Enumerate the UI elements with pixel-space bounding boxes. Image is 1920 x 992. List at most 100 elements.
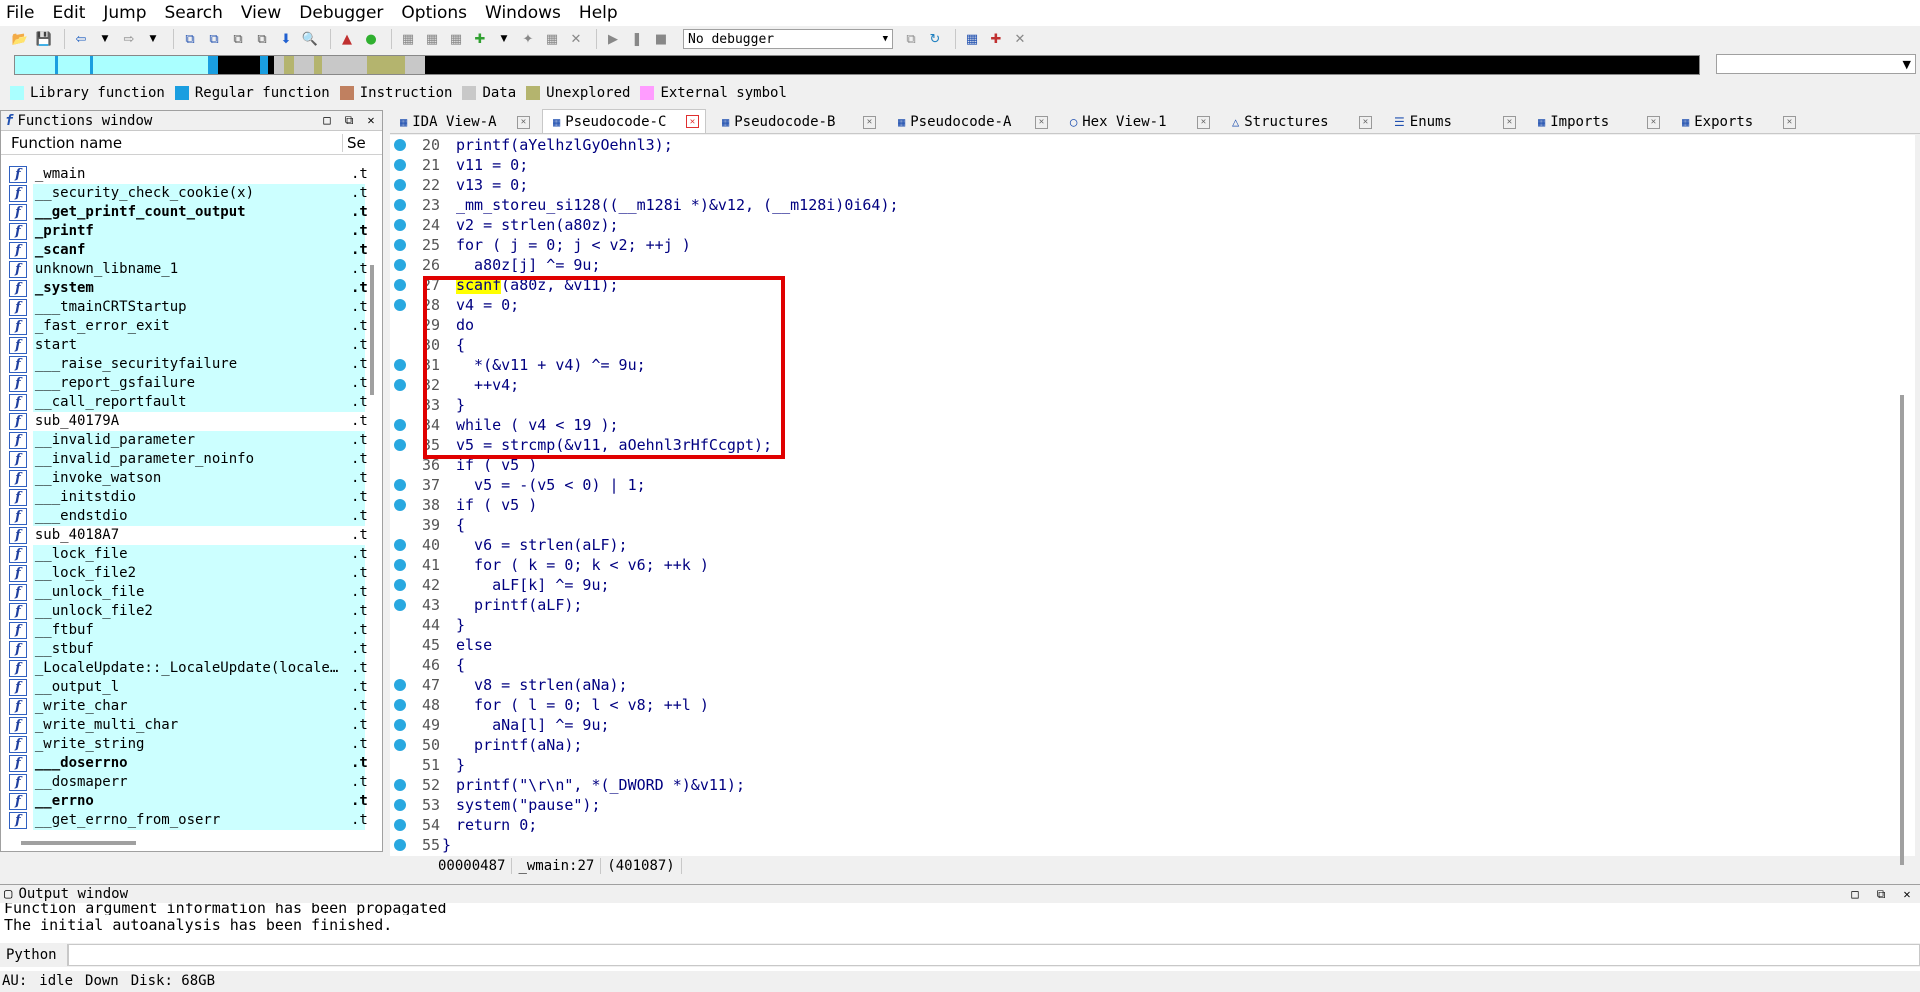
graph-icon[interactable]: ▲ (337, 29, 357, 49)
pause-icon[interactable]: ❚ (627, 29, 647, 49)
breakpoint-dot-icon[interactable] (394, 539, 406, 551)
chevron-down-icon[interactable]: ▼ (143, 29, 163, 49)
code-line[interactable]: 21 v11 = 0; (390, 155, 1890, 175)
tab-pseudocode-a[interactable]: ▦ Pseudocode-A ✕ (888, 111, 1054, 133)
function-row[interactable]: f _write_multi_char .t (1, 716, 368, 735)
breakpoint-dot-icon[interactable] (394, 199, 406, 211)
close-icon[interactable]: ✕ (1197, 115, 1210, 129)
function-row[interactable]: f __stbuf .t (1, 640, 368, 659)
column-header-function-name[interactable]: Function name (1, 133, 343, 152)
breakpoints-icon[interactable]: ▦ (962, 29, 982, 49)
code-line[interactable]: 23 _mm_storeu_si128((__m128i *)&v12, (__m… (390, 195, 1890, 215)
breakpoint-dot-icon[interactable] (394, 279, 406, 291)
breakpoint-dot-icon[interactable] (394, 179, 406, 191)
navigation-band[interactable] (14, 55, 1700, 75)
close-icon[interactable]: ✕ (1503, 115, 1516, 129)
breakpoint-dot-icon[interactable] (394, 339, 406, 351)
close-icon[interactable]: ✕ (1783, 115, 1796, 129)
function-row[interactable]: f __output_l .t (1, 678, 368, 697)
menu-options[interactable]: Options (401, 3, 467, 23)
menu-search[interactable]: Search (165, 3, 223, 23)
function-row[interactable]: f ___initstdio .t (1, 488, 368, 507)
breakpoint-dot-icon[interactable] (394, 219, 406, 231)
function-row[interactable]: f __errno .t (1, 792, 368, 811)
code-line[interactable]: 20 printf(aYelhzlGyOehnl3); (390, 135, 1890, 155)
breakpoint-dot-icon[interactable] (394, 519, 406, 531)
open-icon[interactable]: 📂 (10, 29, 30, 49)
stop-icon[interactable]: ■ (651, 29, 671, 49)
breakpoint-dot-icon[interactable] (394, 399, 406, 411)
menu-windows[interactable]: Windows (485, 3, 561, 23)
breakpoint-dot-icon[interactable] (394, 739, 406, 751)
search-icon[interactable]: 🔍 (300, 29, 320, 49)
close-icon[interactable]: ✕ (1894, 887, 1920, 902)
function-row[interactable]: f ___raise_securityfailure .t (1, 355, 368, 374)
float-icon[interactable]: ⧉ (338, 113, 360, 128)
code-line[interactable]: 43 printf(aLF); (390, 595, 1890, 615)
code-line[interactable]: 49 aNa[l] ^= 9u; (390, 715, 1890, 735)
refresh-icon[interactable]: ↻ (925, 29, 945, 49)
function-row[interactable]: f sub_4018A7 .t (1, 526, 368, 545)
breakpoint-dot-icon[interactable] (394, 159, 406, 171)
play-icon[interactable]: ▶ (603, 29, 623, 49)
code-line[interactable]: 40 v6 = strlen(aLF); (390, 535, 1890, 555)
python-language-button[interactable]: Python (0, 944, 68, 966)
forward-icon[interactable]: ⇨ (119, 29, 139, 49)
data-icon[interactable]: ▦ (422, 29, 442, 49)
function-row[interactable]: f __dosmaperr .t (1, 773, 368, 792)
breakpoint-dot-icon[interactable] (394, 559, 406, 571)
menu-jump[interactable]: Jump (103, 3, 146, 23)
chevron-down-icon[interactable]: ▼ (494, 29, 514, 49)
tab-hex-view-1[interactable]: ◯ Hex View-1 ✕ (1060, 111, 1216, 133)
function-row[interactable]: f _scanf .t (1, 241, 368, 260)
scrollbar-thumb[interactable] (370, 265, 374, 395)
breakpoint-dot-icon[interactable] (394, 779, 406, 791)
code-line[interactable]: 41 for ( k = 0; k < v6; ++k ) (390, 555, 1890, 575)
breakpoint-dot-icon[interactable] (394, 479, 406, 491)
menu-edit[interactable]: Edit (52, 3, 85, 23)
breakpoint-dot-icon[interactable] (394, 239, 406, 251)
close-icon[interactable]: ✕ (686, 115, 699, 128)
column-header-segment[interactable]: Se (343, 134, 366, 152)
python-command-input[interactable] (67, 944, 1920, 966)
code-line[interactable]: 38 if ( v5 ) (390, 495, 1890, 515)
save-icon[interactable]: 💾 (34, 29, 54, 49)
float-icon[interactable]: ⧉ (1868, 887, 1894, 902)
close-icon[interactable]: ✕ (863, 115, 876, 129)
struct-icon[interactable]: ▦ (446, 29, 466, 49)
code-line[interactable]: 48 for ( l = 0; l < v8; ++l ) (390, 695, 1890, 715)
function-row[interactable]: f ___endstdio .t (1, 507, 368, 526)
search-text-icon[interactable]: ⧉ (228, 29, 248, 49)
breakpoint-dot-icon[interactable] (394, 259, 406, 271)
code-line[interactable]: 22 v13 = 0; (390, 175, 1890, 195)
code-line[interactable]: 39 { (390, 515, 1890, 535)
code-line[interactable]: 42 aLF[k] ^= 9u; (390, 575, 1890, 595)
breakpoint-dot-icon[interactable] (394, 699, 406, 711)
plus-icon[interactable]: ✚ (470, 29, 490, 49)
close-icon[interactable]: ✕ (1647, 115, 1660, 129)
function-row[interactable]: f _system .t (1, 279, 368, 298)
restore-icon[interactable]: □ (316, 113, 338, 128)
code-line[interactable]: 25 for ( j = 0; j < v2; ++j ) (390, 235, 1890, 255)
code-line[interactable]: 53 system("pause"); (390, 795, 1890, 815)
function-row[interactable]: f sub_40179A .t (1, 412, 368, 431)
function-row[interactable]: f _printf .t (1, 222, 368, 241)
breakpoint-dot-icon[interactable] (394, 499, 406, 511)
function-row[interactable]: f __ftbuf .t (1, 621, 368, 640)
add-breakpoint-icon[interactable]: ✚ (986, 29, 1006, 49)
function-row[interactable]: f _wmain .t (1, 165, 368, 184)
function-row[interactable]: f __unlock_file .t (1, 583, 368, 602)
breakpoint-dot-icon[interactable] (394, 719, 406, 731)
function-row[interactable]: f __get_errno_from_oserr .t (1, 811, 368, 830)
green-dot-icon[interactable]: ● (361, 29, 381, 49)
code-line[interactable]: 54 return 0; (390, 815, 1890, 835)
restore-icon[interactable]: □ (1842, 887, 1868, 902)
menu-view[interactable]: View (241, 3, 281, 23)
pseudocode-view[interactable]: 20 printf(aYelhzlGyOehnl3); 21 v11 = 0; 22 v1… (390, 135, 1915, 856)
function-row[interactable]: f ___doserrno .t (1, 754, 368, 773)
function-row[interactable]: f __invalid_parameter .t (1, 431, 368, 450)
close-icon[interactable]: ✕ (360, 113, 382, 128)
breakpoint-dot-icon[interactable] (394, 439, 406, 451)
function-row[interactable]: f __lock_file .t (1, 545, 368, 564)
close-icon[interactable]: ✕ (1035, 115, 1048, 129)
